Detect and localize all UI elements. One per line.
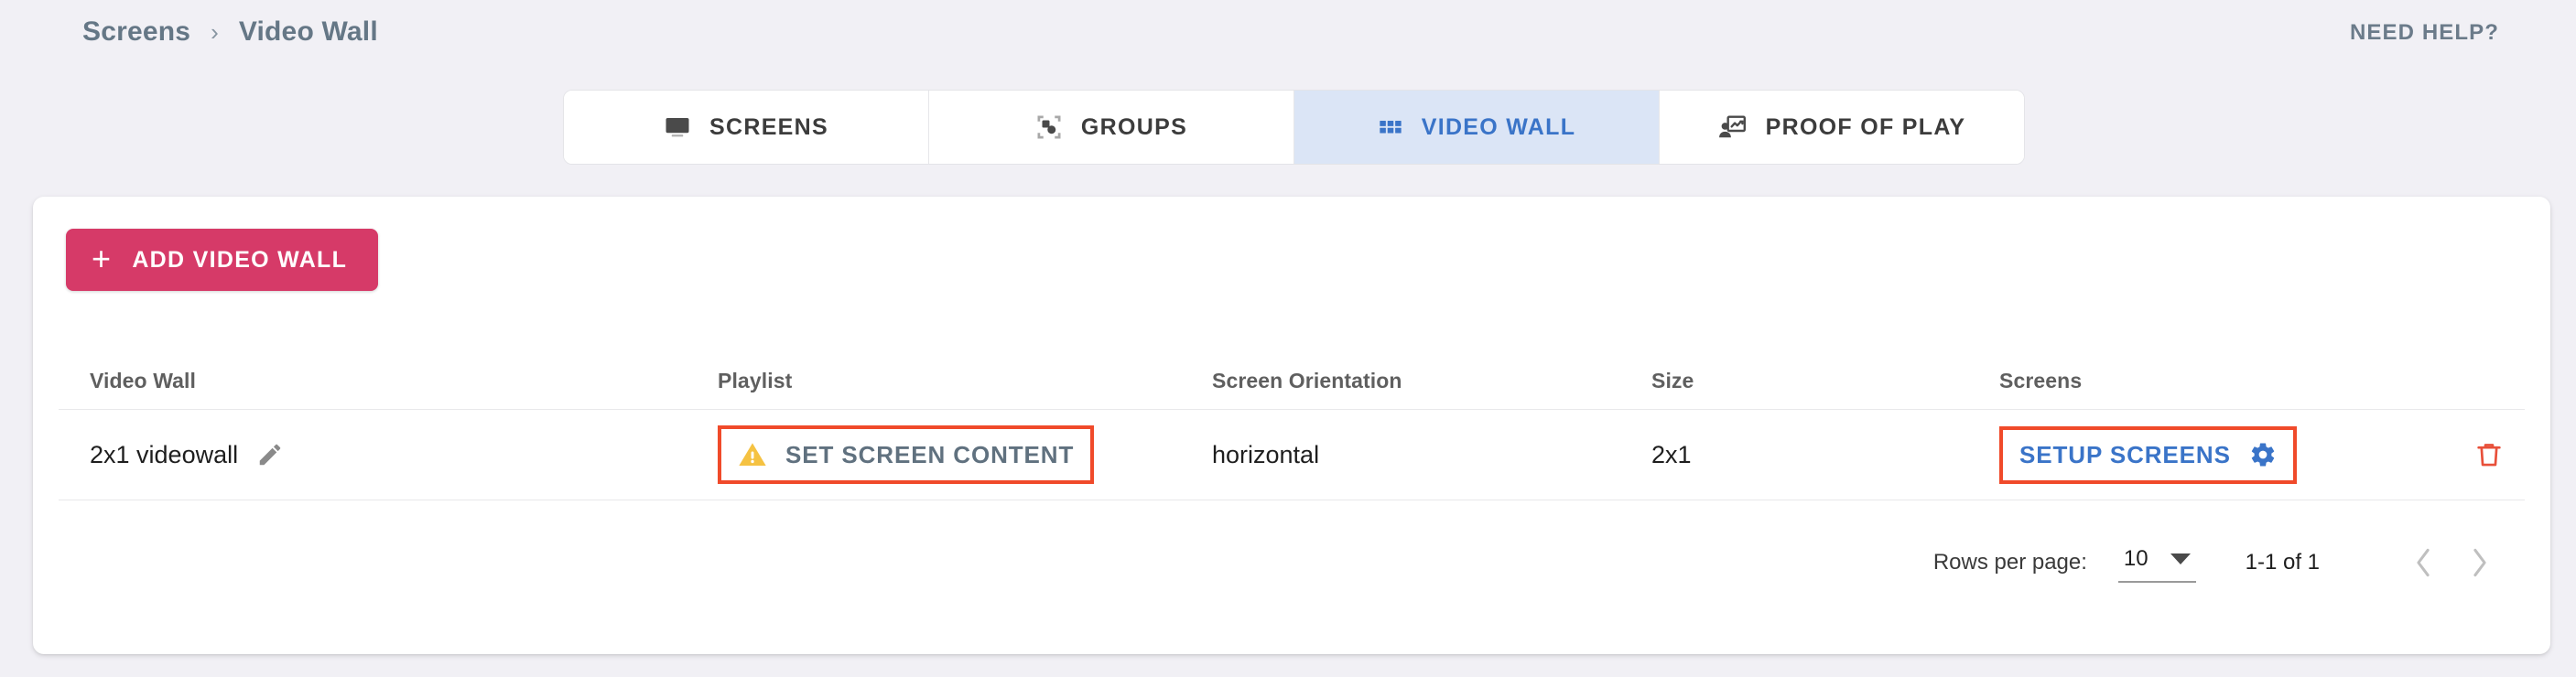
cell-screens: SETUP SCREENS [1999, 426, 2384, 484]
cell-video-wall-name: 2x1 videowall [59, 441, 718, 469]
setup-screens-button[interactable]: SETUP SCREENS [2019, 441, 2231, 469]
need-help-link[interactable]: NEED HELP? [2350, 20, 2499, 46]
table-row: 2x1 videowall [59, 409, 2525, 500]
set-screen-content-button[interactable]: SET SCREEN CONTENT [785, 441, 1074, 469]
table-header-row: Video Wall Playlist Screen Orientation S… [59, 352, 2525, 409]
breadcrumb-item-video-wall[interactable]: Video Wall [239, 16, 378, 48]
pencil-icon[interactable] [256, 441, 284, 468]
tab-bar: SCREENS GROUPS VIDEO WALL [563, 90, 2025, 165]
chevron-down-icon [2170, 553, 2191, 564]
tab-video-wall[interactable]: VIDEO WALL [1294, 91, 1660, 164]
previous-page-button[interactable] [2395, 534, 2452, 591]
tab-label: VIDEO WALL [1422, 114, 1576, 141]
monitor-icon [664, 113, 691, 141]
grid-icon [1378, 114, 1403, 140]
cell-actions [2384, 439, 2525, 470]
next-page-button[interactable] [2452, 534, 2508, 591]
column-header-screen-orientation: Screen Orientation [1212, 369, 1651, 393]
column-header-playlist: Playlist [718, 369, 1212, 393]
trash-icon[interactable] [2473, 439, 2505, 470]
video-wall-table: Video Wall Playlist Screen Orientation S… [59, 352, 2525, 500]
tab-proof-of-play[interactable]: PROOF OF PLAY [1660, 91, 2024, 164]
proof-of-play-icon [1718, 113, 1748, 142]
tab-screens[interactable]: SCREENS [564, 91, 929, 164]
chevron-right-icon: › [211, 20, 219, 44]
tab-label: GROUPS [1081, 114, 1187, 141]
column-header-size: Size [1651, 369, 1999, 393]
column-header-video-wall: Video Wall [59, 369, 718, 393]
tab-groups[interactable]: GROUPS [929, 91, 1294, 164]
gear-icon[interactable] [2249, 441, 2277, 468]
tab-label: SCREENS [709, 114, 828, 141]
rows-per-page-select[interactable]: 10 [2118, 543, 2196, 583]
breadcrumb-item-screens[interactable]: Screens [82, 16, 190, 48]
cell-screen-orientation: horizontal [1212, 441, 1651, 469]
rows-per-page-label: Rows per page: [1933, 550, 2087, 575]
tab-label: PROOF OF PLAY [1766, 114, 1966, 141]
add-video-wall-button[interactable]: + ADD VIDEO WALL [66, 229, 378, 291]
groups-icon [1035, 113, 1063, 141]
content-card: + ADD VIDEO WALL Video Wall Playlist Scr… [33, 197, 2550, 654]
set-screen-content-annotation: SET SCREEN CONTENT [718, 425, 1094, 484]
rows-per-page-value: 10 [2124, 546, 2148, 572]
video-wall-name: 2x1 videowall [90, 441, 238, 469]
top-bar: Screens › Video Wall NEED HELP? [0, 0, 2576, 90]
pagination-range: 1-1 of 1 [2246, 550, 2320, 575]
column-header-screens: Screens [1999, 369, 2384, 393]
plus-icon: + [92, 242, 112, 275]
breadcrumb: Screens › Video Wall [82, 16, 378, 48]
cell-size: 2x1 [1651, 441, 1999, 469]
add-video-wall-label: ADD VIDEO WALL [132, 247, 347, 274]
setup-screens-annotation: SETUP SCREENS [1999, 426, 2297, 484]
cell-playlist: SET SCREEN CONTENT [718, 425, 1212, 484]
warning-triangle-icon [738, 440, 767, 469]
pagination: Rows per page: 10 1-1 of 1 [1933, 535, 2508, 590]
